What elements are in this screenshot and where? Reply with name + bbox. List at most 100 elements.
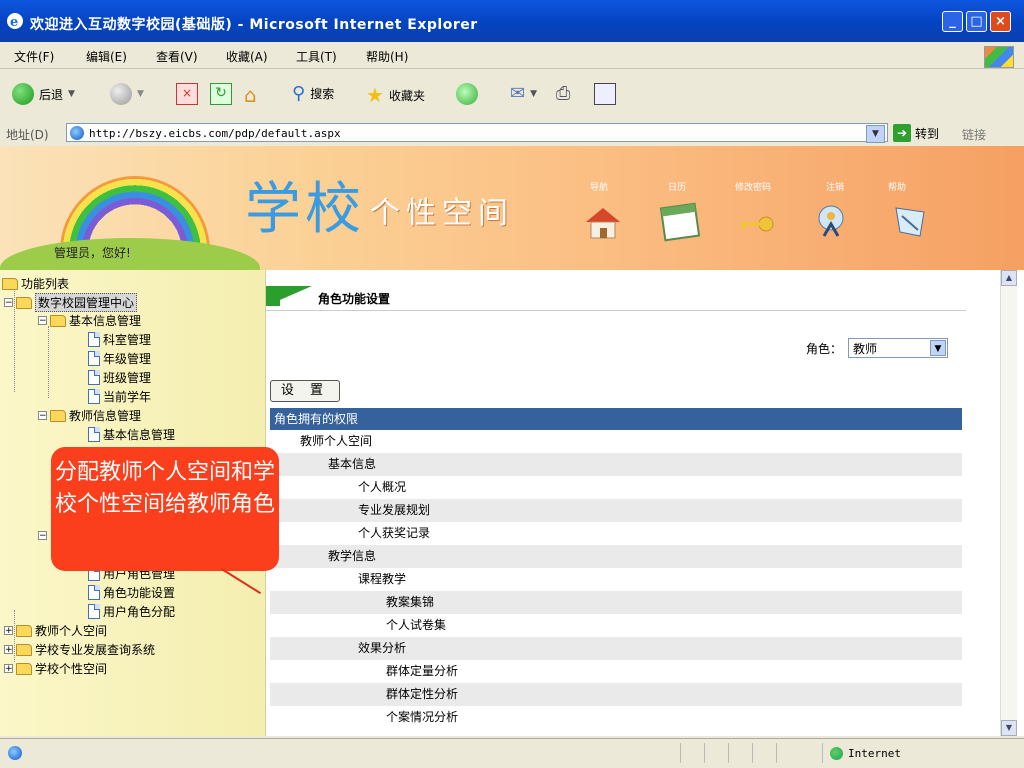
scroll-up-icon[interactable]: ▲ (1001, 270, 1017, 286)
tree-node-dev-query[interactable]: + 学校专业发展查询系统 (4, 641, 155, 658)
status-separator (822, 743, 823, 763)
window-title: 欢迎进入互动数字校园(基础版) - Microsoft Internet Exp… (30, 17, 478, 33)
back-button[interactable]: 后退 ▼ (12, 83, 75, 105)
permission-row-label: 基本信息 (328, 457, 377, 471)
help-nav-icon[interactable] (890, 202, 932, 242)
menu-bar: 文件(F) 编辑(E) 查看(V) 收藏(A) 工具(T) 帮助(H) (0, 42, 1024, 69)
tree-item-school-year[interactable]: 当前学年 (88, 388, 151, 405)
greeting-text: 管理员，您好! (54, 246, 131, 260)
tree-node-label: 教师信息管理 (69, 409, 142, 423)
printer-icon: ⎙ (556, 83, 571, 104)
globe-icon (830, 747, 843, 760)
svg-text:e: e (10, 15, 18, 30)
banner-title-big: 学校 (245, 177, 365, 242)
chevron-down-icon[interactable]: ▼ (930, 340, 947, 356)
tree-item-grade[interactable]: 年级管理 (88, 350, 151, 367)
stop-button[interactable]: × (176, 83, 198, 105)
tree-node-collapsed-hidden[interactable]: − (38, 531, 47, 541)
mail-button[interactable]: ✉ ▼ (510, 83, 537, 104)
go-button[interactable]: ➔ 转到 (893, 124, 939, 142)
folder-icon (16, 643, 32, 656)
tree-node-school-space[interactable]: + 学校个性空间 (4, 660, 107, 677)
document-icon (88, 332, 100, 347)
home-nav-icon[interactable] (582, 202, 624, 242)
collapse-icon[interactable]: − (38, 316, 47, 326)
set-button[interactable]: 设 置 (270, 380, 340, 402)
forward-button[interactable]: ▼ (110, 83, 144, 105)
tree-item-role-function[interactable]: 角色功能设置 (88, 584, 175, 601)
nav-label-help: 帮助 (888, 183, 907, 193)
tree-item-user-role-assign[interactable]: 用户角色分配 (88, 603, 175, 620)
refresh-button[interactable]: ↻ (210, 83, 232, 105)
tree-item-label: 角色功能设置 (103, 586, 176, 600)
permission-row: 个人试卷集 (270, 614, 962, 637)
folder-icon (2, 277, 18, 290)
permission-row-label: 个人概况 (358, 480, 407, 494)
page-status-icon (8, 746, 22, 760)
tree-item-basic-info-mgmt[interactable]: 基本信息管理 (88, 426, 175, 443)
key-nav-icon[interactable] (736, 202, 778, 242)
tree-node-campus-admin[interactable]: − 数字校园管理中心 (4, 293, 138, 312)
close-button[interactable]: × (990, 11, 1011, 32)
permission-row-label: 群体定性分析 (386, 687, 459, 701)
menu-edit[interactable]: 编辑(E) (86, 48, 127, 65)
go-label: 转到 (915, 126, 940, 141)
annotation-callout: 分配教师个人空间和学校个性空间给教师角色 (51, 447, 279, 571)
calendar-nav-icon[interactable] (659, 202, 701, 242)
favorites-label: 收藏夹 (388, 88, 425, 103)
windows-flag-icon (984, 46, 1014, 68)
history-button[interactable] (456, 83, 478, 105)
address-dropdown-icon[interactable]: ▼ (866, 125, 885, 143)
nav-label-logout: 注销 (826, 183, 845, 193)
ie-logo-icon: e (6, 12, 24, 30)
role-select[interactable]: 教师 ▼ (848, 338, 949, 358)
menu-file[interactable]: 文件(F) (14, 48, 54, 65)
home-button[interactable]: ⌂ (244, 83, 257, 107)
address-url: http://bszy.eicbs.com/pdp/default.aspx (89, 127, 341, 140)
expand-icon[interactable]: + (4, 645, 13, 655)
security-zone: Internet (830, 747, 901, 760)
minimize-button[interactable]: _ (942, 11, 963, 32)
favorites-button[interactable]: ★ 收藏夹 (366, 83, 425, 107)
logout-nav-icon[interactable] (810, 202, 852, 242)
mail-dropdown-icon[interactable]: ▼ (530, 89, 537, 99)
back-dropdown-icon[interactable]: ▼ (68, 89, 75, 99)
tree-item-office[interactable]: 科室管理 (88, 331, 151, 348)
tree-node-label: 教师个人空间 (35, 624, 108, 638)
address-input[interactable]: http://bszy.eicbs.com/pdp/default.aspx (66, 123, 888, 142)
permission-rows: 教师个人空间 基本信息 个人概况 专业发展规划 个人获奖记录 教学信息 课程教学 教案集锦 个人… (270, 430, 962, 729)
permission-row: 个案情况分析 (270, 706, 962, 729)
search-button[interactable]: ⚲ 搜索 (292, 83, 334, 104)
tree-node-basic-info[interactable]: − 基本信息管理 (38, 312, 141, 329)
scroll-down-icon[interactable]: ▼ (1001, 720, 1017, 736)
permission-row-label: 个人获奖记录 (358, 526, 431, 540)
forward-dropdown-icon[interactable]: ▼ (137, 89, 144, 99)
tree-node-teacher-info[interactable]: − 教师信息管理 (38, 407, 141, 424)
maximize-button[interactable]: □ (966, 11, 987, 32)
expand-icon[interactable]: + (4, 626, 13, 636)
print-button[interactable]: ⎙ (556, 83, 570, 104)
collapse-icon[interactable]: − (38, 531, 47, 541)
collapse-icon[interactable]: − (4, 298, 13, 308)
status-bar: Internet (0, 738, 1024, 768)
links-button[interactable]: 链接 (962, 126, 986, 143)
edit-button[interactable] (594, 83, 616, 105)
vertical-scrollbar[interactable]: ▲ ▼ (1000, 270, 1017, 736)
tree-node-teacher-space[interactable]: + 教师个人空间 (4, 622, 107, 639)
history-icon (456, 83, 478, 105)
permission-row: 群体定量分析 (270, 660, 962, 683)
menu-help[interactable]: 帮助(H) (366, 48, 408, 65)
tree-node-label: 学校专业发展查询系统 (35, 643, 156, 657)
back-label: 后退 (39, 87, 64, 102)
menu-tools[interactable]: 工具(T) (296, 48, 337, 65)
menu-view[interactable]: 查看(V) (156, 48, 198, 65)
expand-icon[interactable]: + (4, 664, 13, 674)
tree-root[interactable]: 功能列表 (2, 275, 69, 292)
stop-icon: × (176, 83, 198, 105)
ie-window: e 欢迎进入互动数字校园(基础版) - Microsoft Internet E… (0, 0, 1024, 768)
document-icon (88, 427, 100, 442)
collapse-icon[interactable]: − (38, 411, 47, 421)
menu-favorites[interactable]: 收藏(A) (226, 48, 268, 65)
tree-item-class[interactable]: 班级管理 (88, 369, 151, 386)
page-viewport: 学校 个性空间 管理员，您好! 导航 日历 修改密码 注销 帮助 功能列表 − … (0, 146, 1024, 736)
